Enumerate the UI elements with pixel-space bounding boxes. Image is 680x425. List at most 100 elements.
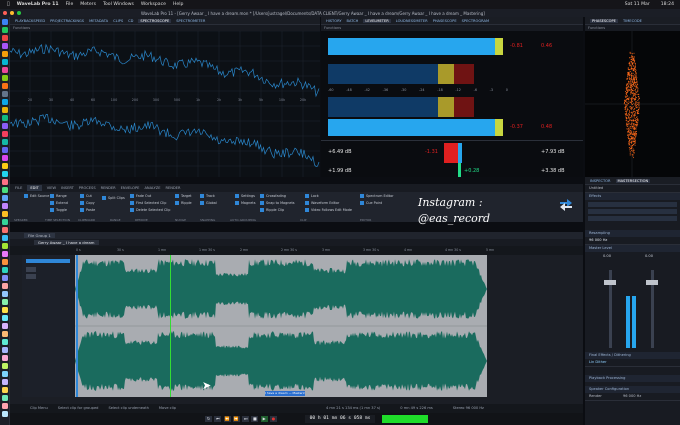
dock-app-icon[interactable] xyxy=(1,411,8,417)
section-final-effects[interactable]: Final Effects / Dithering xyxy=(585,352,680,359)
menu-workspace[interactable]: Workspace xyxy=(141,2,166,7)
dock-app-icon[interactable] xyxy=(1,179,8,185)
ribbon-tab-render[interactable]: RENDER xyxy=(101,186,116,190)
ribbon-tab-insert[interactable]: INSERT xyxy=(61,186,74,190)
ribbon-button-1[interactable]: Range xyxy=(50,194,67,198)
dock-app-icon[interactable] xyxy=(1,35,8,41)
dock-app-icon[interactable] xyxy=(1,67,8,73)
minimize-window-button[interactable] xyxy=(10,11,14,15)
track-solo-button[interactable] xyxy=(26,274,36,279)
dock-app-icon[interactable] xyxy=(1,283,8,289)
go-start-button[interactable]: ⏮ xyxy=(214,416,222,422)
dock-app-icon[interactable] xyxy=(1,139,8,145)
dock-app-icon[interactable] xyxy=(1,27,8,33)
menu-tool-windows[interactable]: Tool Windows xyxy=(103,2,134,7)
dock-app-icon[interactable] xyxy=(1,363,8,369)
tab-right-0[interactable]: PHASESCOPE xyxy=(590,18,618,23)
ribbon-button-12[interactable]: Ripple xyxy=(175,201,192,205)
rewind-button[interactable]: ⏪ xyxy=(223,416,231,422)
dock-app-icon[interactable] xyxy=(1,291,8,297)
ribbon-button-19[interactable]: Ripple Clip xyxy=(260,208,284,212)
document-tab[interactable]: Gerry Awaar _ I have a dream xyxy=(34,240,99,245)
tab-left-1[interactable]: PROJECTRACKINGS xyxy=(50,19,84,23)
dock-app-icon[interactable] xyxy=(1,379,8,385)
dock-app-icon[interactable] xyxy=(1,307,8,313)
dock-app-icon[interactable] xyxy=(1,259,8,265)
dock-app-icon[interactable] xyxy=(1,227,8,233)
section-master-level[interactable]: Master Level xyxy=(585,245,680,252)
tab-inspector[interactable]: INSPECTOR xyxy=(590,179,611,183)
section-playback-processing[interactable]: Playback Processing xyxy=(585,375,680,382)
time-display[interactable]: 00 h 01 mn 06 s 058 ms xyxy=(305,415,375,423)
tab-mid-4[interactable]: PHASESCOPE xyxy=(433,19,457,23)
ribbon-button-9[interactable]: First Selected Clip xyxy=(130,201,166,205)
dock-app-icon[interactable] xyxy=(1,75,8,81)
ribbon-button-2[interactable]: Extend xyxy=(50,201,68,205)
dock-app-icon[interactable] xyxy=(1,395,8,401)
dock-app-icon[interactable] xyxy=(1,235,8,241)
tab-left-2[interactable]: METADATA xyxy=(89,19,108,23)
ribbon-tab-analyze[interactable]: ANALYZE xyxy=(144,186,160,190)
ribbon-button-6[interactable]: Paste xyxy=(80,208,95,212)
forward-button[interactable]: ⏩ xyxy=(232,416,240,422)
ribbon-button-7[interactable]: Split Clips xyxy=(102,196,125,200)
effect-slot[interactable] xyxy=(588,216,677,221)
preset-row[interactable]: Untitled xyxy=(585,185,680,193)
master-fader-right[interactable] xyxy=(646,280,658,285)
status-item[interactable]: Select clip for grouped xyxy=(58,406,99,410)
ribbon-button-14[interactable]: Global xyxy=(200,201,217,205)
status-item[interactable]: Select clip underneath xyxy=(108,406,148,410)
dock-app-icon[interactable] xyxy=(1,243,8,249)
dock-app-icon[interactable] xyxy=(1,251,8,257)
ribbon-button-5[interactable]: Copy xyxy=(80,201,95,205)
dock-app-icon[interactable] xyxy=(1,187,8,193)
dock-app-icon[interactable] xyxy=(1,347,8,353)
dock-app-icon[interactable] xyxy=(1,403,8,409)
ribbon-button-4[interactable]: Cut xyxy=(80,194,92,198)
ribbon-button-10[interactable]: Delete Selected Clip xyxy=(130,208,170,212)
ribbon-button-24[interactable]: Cue Point xyxy=(360,201,382,205)
ribbon-tab-render[interactable]: RENDER xyxy=(166,186,181,190)
dock-app-icon[interactable] xyxy=(1,371,8,377)
menu-file[interactable]: File xyxy=(66,2,74,7)
tab-mastersection[interactable]: MASTERSECTION xyxy=(615,178,651,183)
tab-mid-5[interactable]: SPECTROGRAM xyxy=(462,19,489,23)
dock-app-icon[interactable] xyxy=(1,83,8,89)
status-item[interactable]: Move clip xyxy=(159,406,176,410)
dock-app-icon[interactable] xyxy=(1,59,8,65)
ribbon-button-16[interactable]: Magnets xyxy=(235,201,256,205)
dock-app-icon[interactable] xyxy=(1,91,8,97)
ribbon-button-22[interactable]: Waveform Editor xyxy=(305,201,339,205)
effect-slot[interactable] xyxy=(588,209,677,214)
ribbon-tab-process[interactable]: PROCESS xyxy=(79,186,96,190)
dock-app-icon[interactable] xyxy=(1,163,8,169)
dock-app-icon[interactable] xyxy=(1,123,8,129)
dock-app-icon[interactable] xyxy=(1,315,8,321)
tab-mid-2[interactable]: LEVELMETER xyxy=(363,18,391,23)
dock-app-icon[interactable] xyxy=(1,107,8,113)
play-button[interactable]: ▶ xyxy=(260,416,268,422)
ribbon-button-11[interactable]: Target xyxy=(175,194,192,198)
tab-right-1[interactable]: TIMECODE xyxy=(623,19,642,23)
dock-app-icon[interactable] xyxy=(1,115,8,121)
zoom-window-button[interactable] xyxy=(17,11,21,15)
ribbon-button-0[interactable]: Edit Source xyxy=(24,194,49,198)
ribbon-button-3[interactable]: Toggle xyxy=(50,208,67,212)
dock-app-icon[interactable] xyxy=(1,387,8,393)
tab-left-0[interactable]: PLAYBACKSPEED xyxy=(15,19,45,23)
effect-slot[interactable] xyxy=(588,202,677,207)
ribbon-button-8[interactable]: Fade Out xyxy=(130,194,151,198)
playhead-cursor[interactable] xyxy=(170,255,171,397)
dock-app-icon[interactable] xyxy=(1,155,8,161)
dither-row[interactable]: Lin Dither xyxy=(585,359,680,367)
go-end-button[interactable]: ⏭ xyxy=(242,416,250,422)
dock-app-icon[interactable] xyxy=(1,323,8,329)
ribbon-button-15[interactable]: Settings xyxy=(235,194,255,198)
audio-clip[interactable] xyxy=(75,255,487,397)
ribbon-button-18[interactable]: Snap to Magnets xyxy=(260,201,295,205)
loop-button[interactable]: ↻ xyxy=(205,416,212,422)
timeline-ruler[interactable]: 0 s 30 s 1 mn 1 mn 30 s 2 mn 2 mn 30 s 3 mn 3 m… xyxy=(10,246,583,255)
ribbon-tab-view[interactable]: VIEW xyxy=(47,186,56,190)
record-button[interactable]: ● xyxy=(269,416,277,422)
section-speaker-config[interactable]: Speaker Configuration xyxy=(585,386,680,393)
